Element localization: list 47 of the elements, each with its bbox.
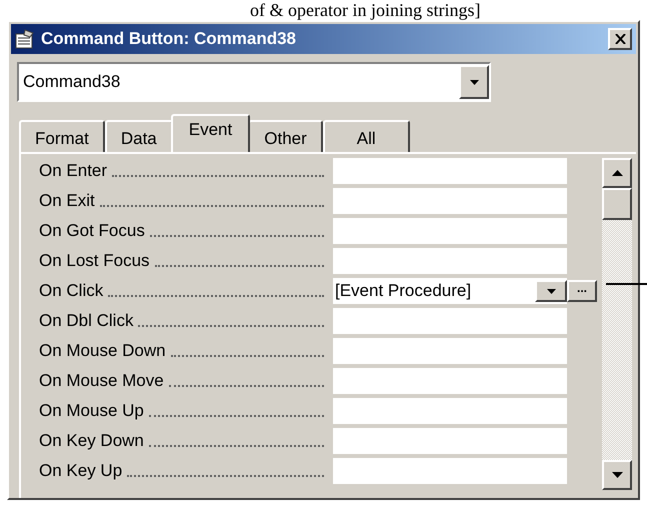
property-label: On Enter: [39, 161, 108, 181]
dropdown-button[interactable]: [459, 65, 489, 99]
property-label: On Got Focus: [39, 221, 145, 241]
property-label: On Mouse Move: [39, 371, 164, 391]
property-field[interactable]: [333, 218, 567, 244]
down-arrow-icon: [470, 80, 478, 84]
down-arrow-icon: [612, 472, 622, 478]
property-field[interactable]: [333, 308, 567, 334]
property-field[interactable]: [333, 188, 567, 214]
scrollbar[interactable]: [602, 158, 632, 490]
property-field[interactable]: [333, 158, 567, 184]
property-field[interactable]: [333, 338, 567, 364]
window-title: Command Button: Command38: [41, 28, 297, 50]
property-field[interactable]: [Event Procedure]: [333, 278, 567, 304]
properties-sheet-icon: [15, 29, 35, 49]
down-arrow-icon: [546, 288, 556, 294]
property-label: On Key Up: [39, 461, 122, 481]
scroll-up-button[interactable]: [602, 158, 632, 188]
property-label: On Key Down: [39, 431, 144, 451]
builder-button[interactable]: ...: [567, 280, 597, 302]
property-label: On Lost Focus: [39, 251, 150, 271]
tab[interactable]: Event: [170, 114, 250, 152]
property-label: On Dbl Click: [39, 311, 134, 331]
property-value: [Event Procedure]: [334, 280, 472, 302]
scroll-thumb[interactable]: [602, 188, 632, 220]
property-label: On Click: [39, 281, 104, 301]
scroll-down-button[interactable]: [602, 460, 632, 490]
close-icon: [614, 34, 626, 44]
close-button[interactable]: [608, 28, 632, 50]
property-label: On Mouse Up: [39, 401, 144, 421]
up-arrow-icon: [612, 170, 622, 176]
property-label: On Exit: [39, 191, 95, 211]
tab[interactable]: Data: [104, 120, 173, 152]
tab[interactable]: All: [322, 120, 410, 152]
property-field[interactable]: [333, 368, 567, 394]
object-name: Command38: [22, 71, 122, 94]
tab[interactable]: Format: [19, 120, 105, 152]
property-field[interactable]: [333, 458, 567, 484]
leader-line: [606, 283, 647, 285]
tab[interactable]: Other: [248, 120, 323, 152]
dropdown-button[interactable]: [535, 280, 567, 302]
property-field[interactable]: [333, 428, 567, 454]
property-label: On Mouse Down: [39, 341, 166, 361]
property-field[interactable]: [333, 248, 567, 274]
property-field[interactable]: [333, 398, 567, 424]
object-selector[interactable]: Command38: [17, 62, 491, 102]
caption-text: of & operator in joining strings]: [249, 0, 482, 20]
